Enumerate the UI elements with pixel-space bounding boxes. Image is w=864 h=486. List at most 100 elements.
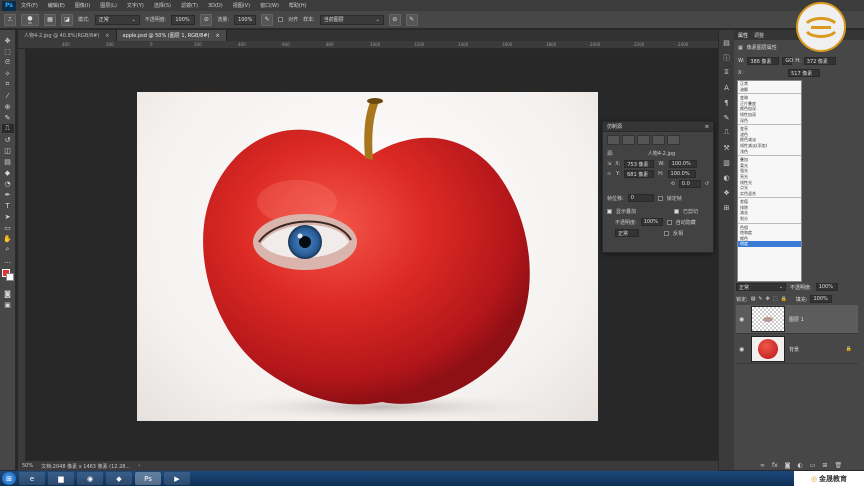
zoom-tool-icon[interactable]: ⌕	[2, 245, 14, 254]
link-layers-icon[interactable]: ∞	[760, 462, 765, 469]
prop-y-field[interactable]: 517 像素	[788, 69, 821, 77]
blend-mode-option[interactable]: 溶解	[738, 87, 801, 93]
blend-mode-option[interactable]: 浅色	[738, 149, 801, 155]
start-button[interactable]: ⊞	[2, 472, 16, 485]
tab-adjustments[interactable]: 调整	[754, 32, 764, 39]
taskbar-ie-icon[interactable]: e	[19, 472, 45, 485]
blend-mode-option[interactable]: 明度	[738, 241, 801, 248]
taskbar-folder-icon[interactable]: ▆	[48, 472, 74, 485]
brush-preset-picker[interactable]: ● 55	[21, 13, 39, 26]
x-offset-field[interactable]: 753 像素	[624, 160, 655, 168]
eraser-tool-icon[interactable]: ◫	[2, 146, 14, 155]
lock-image-icon[interactable]: ✎	[758, 296, 762, 302]
lock-all-icon[interactable]: 🔒	[781, 296, 787, 302]
layer-name[interactable]: 背景	[789, 346, 799, 353]
lock-position-icon[interactable]: ✥	[766, 296, 770, 302]
character-icon[interactable]: A	[722, 83, 732, 92]
clone-source-2-button[interactable]	[622, 135, 635, 145]
reset-transform-icon[interactable]: ↺	[705, 181, 709, 187]
invert-checkbox[interactable]	[664, 230, 669, 236]
width-field[interactable]: 100.0%	[668, 160, 697, 168]
brush-panel-toggle-icon[interactable]: ▦	[44, 13, 56, 26]
magic-wand-tool-icon[interactable]: ✧	[2, 69, 14, 78]
tool-presets-icon[interactable]: ⚒	[722, 143, 732, 152]
menu-file[interactable]: 文件(F)	[16, 2, 43, 9]
trash-icon[interactable]: 🗑	[834, 462, 842, 469]
layer-blend-mode-select[interactable]: 正常 ⌄	[736, 283, 786, 291]
clone-stamp-tool-icon[interactable]: ⎍	[4, 13, 16, 26]
rectangle-tool-icon[interactable]: ▭	[2, 223, 14, 232]
styles-icon[interactable]: ❖	[722, 188, 732, 197]
flow-input[interactable]: 100%	[234, 14, 257, 25]
eye-icon[interactable]: ◉	[739, 346, 747, 353]
taskbar-chrome-icon[interactable]: ◉	[77, 472, 103, 485]
path-selection-tool-icon[interactable]: ➤	[2, 212, 14, 221]
blend-mode-option[interactable]: 实色混合	[738, 191, 801, 197]
show-overlay-checkbox[interactable]	[607, 209, 612, 214]
link-dimensions-button[interactable]: GO	[782, 57, 793, 65]
adjustments-icon[interactable]: ◐	[722, 173, 732, 182]
brush-icon[interactable]: ✎	[722, 113, 732, 122]
pen-tool-icon[interactable]: ✒	[2, 190, 14, 199]
blend-mode-option[interactable]: 深色	[738, 118, 801, 124]
quick-mask-icon[interactable]: ◙	[2, 289, 14, 298]
clone-source-4-button[interactable]	[652, 135, 665, 145]
menu-edit[interactable]: 编辑(E)	[43, 2, 70, 9]
menu-type[interactable]: 文字(Y)	[122, 2, 149, 9]
prop-width-field[interactable]: 386 像素	[747, 57, 780, 65]
angle-field[interactable]: 0.0	[678, 180, 701, 188]
screen-mode-icon[interactable]: ▣	[2, 300, 14, 309]
clone-source-panel-toggle-icon[interactable]: ◪	[61, 13, 73, 26]
close-icon[interactable]: ×	[216, 33, 220, 39]
document-canvas[interactable]	[137, 92, 598, 421]
ignore-adjustment-icon[interactable]: ⊘	[388, 13, 401, 26]
prop-height-field[interactable]: 372 像素	[803, 57, 836, 65]
eye-icon[interactable]: ◉	[739, 316, 747, 323]
height-field[interactable]: 100.0%	[667, 170, 696, 178]
overlay-opacity-field[interactable]: 100%	[640, 218, 663, 226]
gradient-tool-icon[interactable]: ▤	[2, 157, 14, 166]
tab-person-image[interactable]: 人物4-2.jpg @ 40.8%(RGB/8#) ×	[18, 30, 117, 41]
paragraph-icon[interactable]: ¶	[722, 98, 732, 107]
clone-source-3-button[interactable]	[637, 135, 650, 145]
taskbar-photoshop-icon[interactable]: Ps	[135, 472, 161, 485]
adjustment-layer-icon[interactable]: ◐	[798, 462, 803, 469]
menu-image[interactable]: 图像(I)	[70, 2, 95, 9]
taskbar-app-icon[interactable]: ◆	[106, 472, 132, 485]
opacity-input[interactable]: 100%	[171, 14, 196, 25]
menu-3d[interactable]: 3D(D)	[203, 3, 228, 9]
clipped-checkbox[interactable]	[674, 209, 679, 214]
pressure-opacity-icon[interactable]: ⊘	[200, 13, 213, 26]
mode-select[interactable]: 正常 ⌄	[94, 14, 140, 25]
clone-source-5-button[interactable]	[667, 135, 680, 145]
channels-icon[interactable]: ▥	[722, 158, 732, 167]
eyedropper-tool-icon[interactable]: ⁄	[2, 91, 14, 100]
history-brush-tool-icon[interactable]: ↺	[2, 135, 14, 144]
info-icon[interactable]: ⓘ	[722, 53, 732, 62]
layer-opacity-field[interactable]: 100%	[815, 283, 838, 291]
new-group-icon[interactable]: ▭	[810, 462, 816, 469]
layer-name[interactable]: 图层 1	[789, 316, 804, 323]
new-layer-icon[interactable]: ⊞	[822, 462, 827, 469]
close-icon[interactable]: ×	[105, 33, 109, 39]
auto-hide-checkbox[interactable]	[666, 219, 672, 225]
panel-menu-icon[interactable]: ≡	[705, 124, 709, 130]
background-color-swatch[interactable]	[5, 273, 14, 281]
crop-tool-icon[interactable]: ⌗	[2, 80, 14, 89]
healing-brush-tool-icon[interactable]: ⊕	[2, 102, 14, 111]
clone-stamp-tool-icon[interactable]: ⎍	[1, 124, 14, 133]
tab-properties[interactable]: 属性	[738, 32, 748, 39]
menu-select[interactable]: 选择(S)	[149, 2, 176, 9]
pressure-size-icon[interactable]: ✎	[405, 13, 418, 26]
menu-view[interactable]: 视图(V)	[228, 2, 255, 9]
overlay-mode-select[interactable]: 正常	[615, 229, 639, 237]
add-mask-icon[interactable]: ◙	[785, 462, 791, 469]
frame-offset-field[interactable]: 0	[627, 194, 654, 202]
zoom-level[interactable]: 50%	[22, 463, 33, 469]
layer-style-icon[interactable]: fx	[772, 462, 778, 469]
tab-apple-psd[interactable]: apple.psd @ 50% (图层 1, RGB/8#) ×	[116, 30, 227, 41]
clone-source-icon[interactable]: ⎍	[722, 128, 732, 137]
blur-tool-icon[interactable]: ◆	[2, 168, 14, 177]
taskbar-app2-icon[interactable]: ▶	[164, 472, 190, 485]
fill-field[interactable]: 100%	[810, 295, 833, 303]
